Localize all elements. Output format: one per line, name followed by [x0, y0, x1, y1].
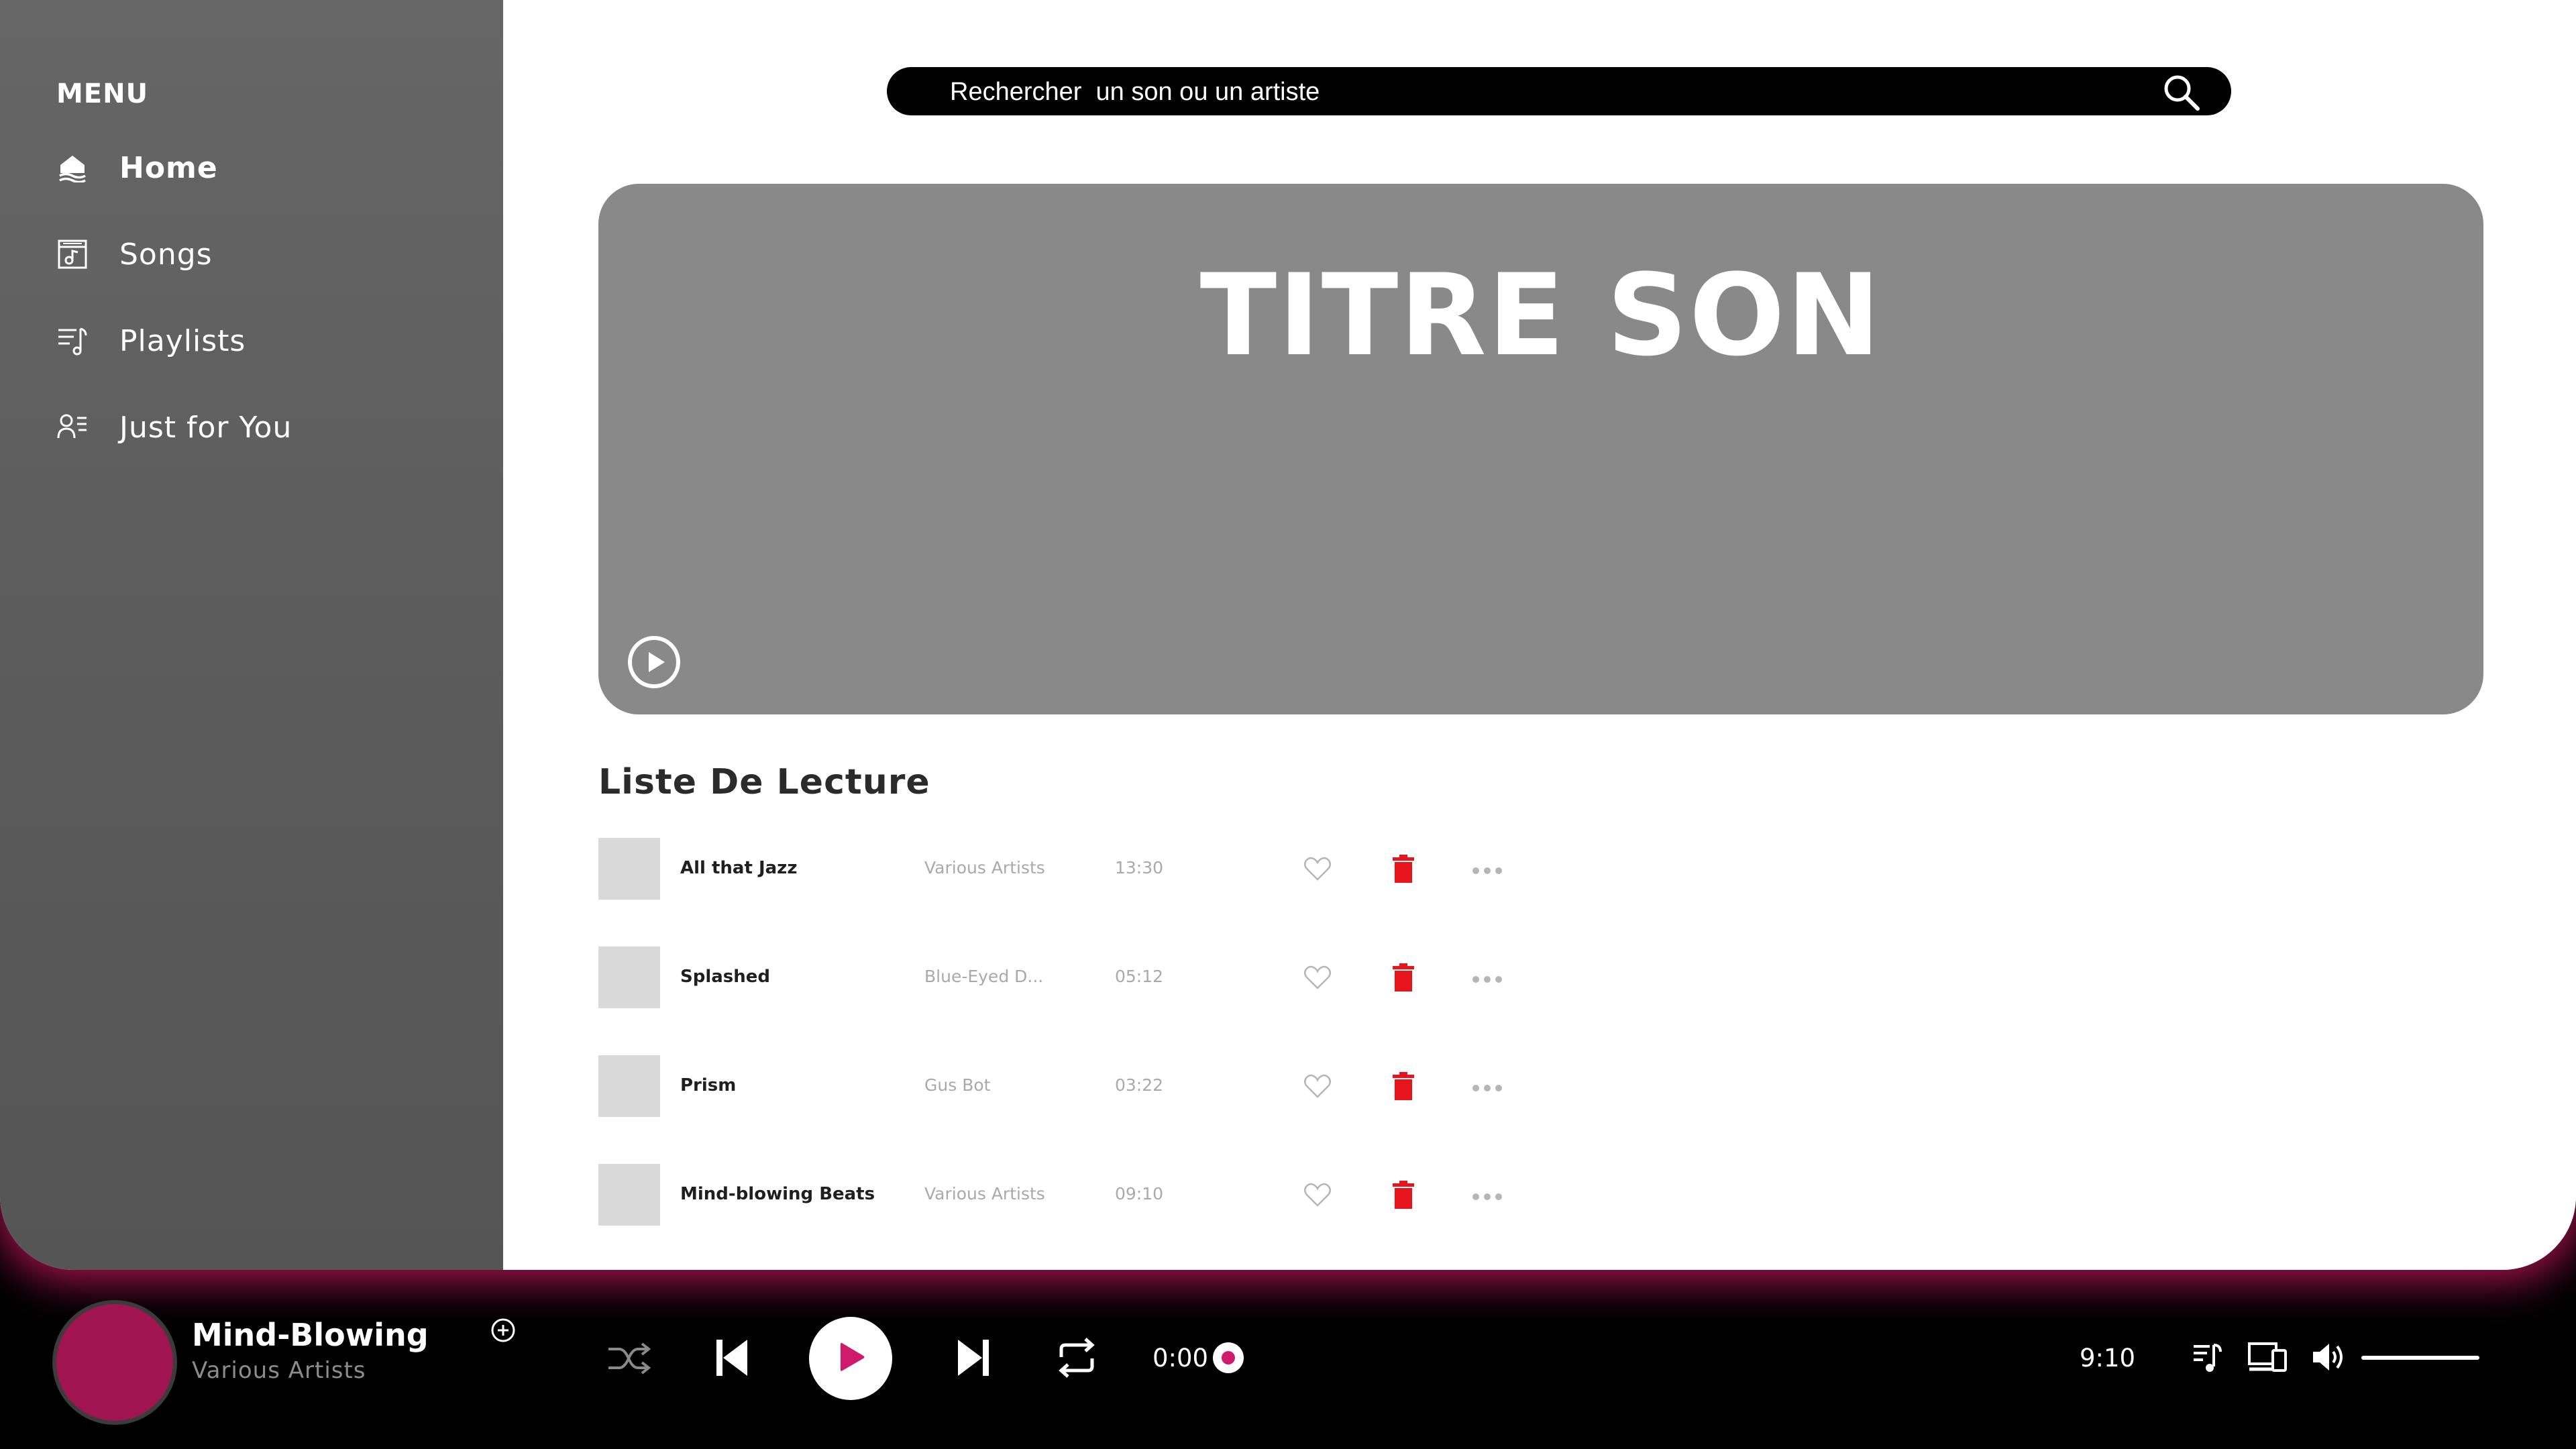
next-track-icon[interactable] — [957, 1337, 990, 1379]
track-thumbnail — [598, 947, 660, 1008]
track-thumbnail — [598, 1164, 660, 1226]
more-options-icon[interactable] — [1470, 1082, 1504, 1091]
heart-icon[interactable] — [1303, 854, 1332, 883]
sidebar: MENU Home Songs Playlists Just for You — [0, 0, 503, 1270]
play-circle-icon[interactable] — [627, 635, 682, 690]
total-time: 9:10 — [2080, 1344, 2136, 1373]
play-icon — [834, 1340, 867, 1377]
sidebar-item-label: Home — [119, 150, 218, 185]
search-input[interactable] — [949, 67, 2092, 117]
more-options-icon[interactable] — [1470, 973, 1504, 983]
more-options-icon[interactable] — [1470, 865, 1504, 874]
heart-icon[interactable] — [1303, 963, 1332, 992]
sidebar-item-just-for-you[interactable]: Just for You — [56, 406, 432, 449]
track-artist: Various Artists — [924, 1184, 1045, 1203]
sidebar-item-label: Songs — [119, 237, 213, 272]
sidebar-item-home[interactable]: Home — [56, 146, 432, 189]
hero-title: TITRE SON — [1199, 250, 1882, 381]
devices-icon[interactable] — [2247, 1341, 2288, 1373]
trash-icon[interactable] — [1390, 1180, 1417, 1210]
track-artist: Gus Bot — [924, 1075, 991, 1095]
trash-icon[interactable] — [1390, 1071, 1417, 1101]
just-for-you-icon — [56, 411, 89, 443]
now-playing-title: Mind-Blowing — [192, 1317, 429, 1353]
trash-icon[interactable] — [1390, 854, 1417, 883]
previous-track-icon[interactable] — [715, 1337, 749, 1379]
track-name: All that Jazz — [680, 858, 798, 878]
track-name: Mind-blowing Beats — [680, 1184, 875, 1204]
menu-title: MENU — [56, 78, 149, 109]
add-circle-icon[interactable] — [490, 1317, 517, 1344]
track-artist: Blue-Eyed D... — [924, 967, 1044, 986]
more-options-icon[interactable] — [1470, 1191, 1504, 1200]
sidebar-item-label: Just for You — [119, 410, 292, 445]
playlists-icon — [56, 325, 89, 357]
hero-banner[interactable]: TITRE SON — [598, 184, 2483, 714]
progress-knob[interactable] — [1213, 1342, 1244, 1373]
songs-icon — [56, 238, 89, 270]
table-row[interactable]: Prism Gus Bot 03:22 — [598, 1055, 1538, 1117]
sidebar-item-playlists[interactable]: Playlists — [56, 319, 432, 362]
sidebar-item-label: Playlists — [119, 323, 246, 358]
table-row[interactable]: All that Jazz Various Artists 13:30 — [598, 838, 1538, 900]
table-row[interactable]: Mind-blowing Beats Various Artists 09:10 — [598, 1164, 1538, 1226]
track-duration: 03:22 — [1115, 1075, 1164, 1095]
playlist-title: Liste De Lecture — [598, 762, 930, 802]
track-thumbnail — [598, 1055, 660, 1117]
track-artist: Various Artists — [924, 858, 1045, 877]
track-duration: 05:12 — [1115, 967, 1164, 986]
search-bar[interactable] — [887, 67, 2231, 117]
heart-icon[interactable] — [1303, 1071, 1332, 1101]
table-row[interactable]: Splashed Blue-Eyed D... 05:12 — [598, 947, 1538, 1008]
track-duration: 09:10 — [1115, 1184, 1164, 1203]
main-content: TITRE SON Liste De Lecture All that Jazz… — [503, 0, 2576, 1270]
heart-icon[interactable] — [1303, 1180, 1332, 1210]
track-name: Splashed — [680, 967, 771, 987]
search-icon[interactable] — [2161, 72, 2200, 111]
album-cover[interactable] — [52, 1300, 177, 1425]
track-thumbnail — [598, 838, 660, 900]
now-playing-artist: Various Artists — [192, 1357, 366, 1384]
play-button[interactable] — [809, 1317, 892, 1400]
volume-slider[interactable] — [2361, 1356, 2479, 1360]
queue-icon[interactable] — [2192, 1340, 2223, 1375]
player-bar: Mind-Blowing Various Artists 0:00 9:10 — [0, 1270, 2576, 1449]
repeat-icon[interactable] — [1057, 1337, 1096, 1379]
home-icon — [56, 152, 89, 184]
current-time: 0:00 — [1152, 1344, 1209, 1373]
music-app: MENU Home Songs Playlists Just for You R… — [0, 0, 2576, 1449]
track-name: Prism — [680, 1075, 737, 1095]
volume-icon[interactable] — [2312, 1340, 2345, 1375]
trash-icon[interactable] — [1390, 963, 1417, 992]
top-region: MENU Home Songs Playlists Just for You R… — [0, 0, 2576, 1270]
shuffle-icon[interactable] — [607, 1341, 651, 1376]
track-duration: 13:30 — [1115, 858, 1164, 877]
sidebar-item-songs[interactable]: Songs — [56, 233, 432, 276]
